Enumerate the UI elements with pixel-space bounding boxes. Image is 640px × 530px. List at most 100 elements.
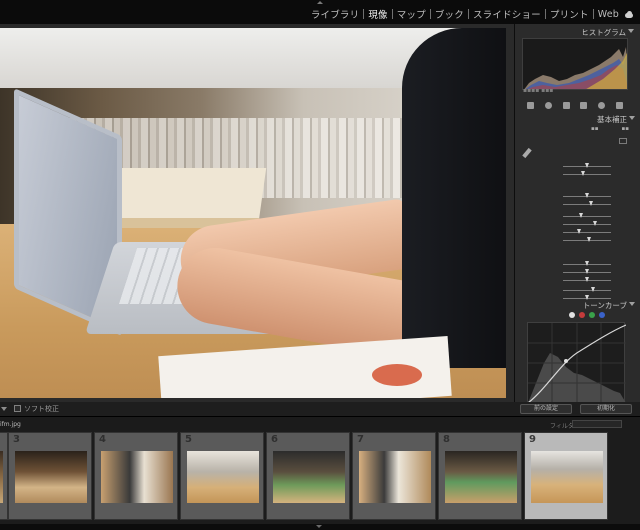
spot-removal-icon[interactable] <box>544 101 552 109</box>
histogram-collapse-icon[interactable] <box>628 28 634 34</box>
reset-button[interactable]: 初期化 <box>580 404 632 414</box>
slider-knob[interactable] <box>585 163 589 168</box>
slider-track[interactable] <box>563 204 611 205</box>
filmstrip-cell[interactable]: 7 <box>352 432 436 520</box>
filmstrip-cell[interactable]: 4 <box>94 432 178 520</box>
tint-slider-row[interactable] <box>521 170 629 179</box>
module-library[interactable]: ライブラリ <box>311 7 360 21</box>
filmstrip-source[interactable]: ifm.jpg <box>0 421 21 428</box>
adjustment-brush-icon[interactable] <box>615 101 623 109</box>
tone-curve-channel-selector <box>523 312 631 320</box>
filmstrip-thumbnail[interactable] <box>187 451 259 503</box>
filmstrip-thumbnail[interactable] <box>0 451 3 503</box>
module-separator <box>391 9 393 19</box>
filmstrip-cell[interactable]: 3 <box>8 432 92 520</box>
blacks-slider-row[interactable] <box>521 236 629 245</box>
filmstrip-cell[interactable]: 8 <box>438 432 522 520</box>
green-channel-icon[interactable] <box>589 312 595 318</box>
slider-track[interactable] <box>563 290 611 291</box>
graduated-filter-icon[interactable] <box>580 101 588 109</box>
collapse-top-panel-icon[interactable] <box>316 1 324 5</box>
module-web[interactable]: Web <box>598 9 619 20</box>
module-separator <box>467 9 469 19</box>
histogram-title[interactable]: ヒストグラム <box>581 27 626 38</box>
slider-knob[interactable] <box>577 229 581 234</box>
tone-curve-header[interactable]: トーンカーブ <box>515 298 640 311</box>
filmstrip-header: ifm.jpg フィルター <box>0 416 640 430</box>
slider-knob[interactable] <box>589 201 593 206</box>
main-photo[interactable] <box>0 28 506 398</box>
module-picker: ライブラリ 現像 マップ ブック スライドショー プリント Web <box>311 7 634 21</box>
treatment-bw-option[interactable]: ▪▪ <box>622 126 629 132</box>
photo-person <box>402 28 506 368</box>
filmstrip-thumbnail[interactable] <box>15 451 87 503</box>
tone-curve-title[interactable]: トーンカーブ <box>583 300 627 311</box>
module-slideshow[interactable]: スライドショー <box>473 7 541 21</box>
slider-knob[interactable] <box>581 171 585 176</box>
treatment-color-option[interactable]: ▪▪ <box>591 126 598 132</box>
cloud-sync-icon[interactable] <box>624 10 634 18</box>
module-separator <box>429 9 431 19</box>
collapse-filmstrip-icon[interactable] <box>0 524 640 530</box>
crop-tool-icon[interactable] <box>527 101 535 109</box>
cell-number: 6 <box>271 434 278 445</box>
viewer-toolbar: ソフト校正 <box>0 402 514 416</box>
filmstrip-thumbnail[interactable] <box>531 451 603 503</box>
softproof-label: ソフト校正 <box>24 405 59 413</box>
slider-knob[interactable] <box>585 269 589 274</box>
module-separator <box>544 9 546 19</box>
filmstrip-thumbnail[interactable] <box>273 451 345 503</box>
histogram-info: ▪▪▪▪ ▪▪▪ <box>523 87 554 94</box>
filmstrip-thumbnail[interactable] <box>445 451 517 503</box>
image-viewer[interactable] <box>0 24 514 402</box>
softproof-checkbox[interactable] <box>14 405 21 412</box>
slider-knob[interactable] <box>591 287 595 292</box>
filmstrip[interactable]: 3 4 5 6 7 8 9 <box>0 430 640 524</box>
cell-number: 3 <box>13 434 20 445</box>
slider-knob[interactable] <box>585 277 589 282</box>
slider-knob[interactable] <box>579 213 583 218</box>
slider-track[interactable] <box>563 224 611 225</box>
red-channel-icon[interactable] <box>579 312 585 318</box>
tone-curve-graph[interactable] <box>527 322 627 404</box>
filmstrip-filter-dropdown[interactable] <box>572 420 622 428</box>
filmstrip-cell[interactable]: 6 <box>266 432 350 520</box>
slider-track[interactable] <box>563 216 611 217</box>
cell-number: 5 <box>185 434 192 445</box>
tone-curve-collapse-icon[interactable] <box>629 301 635 307</box>
slider-track[interactable] <box>563 174 611 175</box>
previous-settings-button[interactable]: 前の設定 <box>520 404 572 414</box>
module-map[interactable]: マップ <box>397 7 426 21</box>
dehaze-slider-row[interactable] <box>521 276 629 285</box>
basic-title[interactable]: 基本補正 <box>597 114 627 125</box>
red-eye-icon[interactable] <box>562 101 570 109</box>
white-balance-dropper-icon[interactable] <box>522 147 532 159</box>
module-picker-bar: ライブラリ 現像 マップ ブック スライドショー プリント Web <box>0 0 640 24</box>
filmstrip-cell[interactable]: 5 <box>180 432 264 520</box>
develop-tool-strip <box>522 98 628 112</box>
slider-track[interactable] <box>563 232 611 233</box>
profile-browser-icon[interactable] <box>619 138 627 144</box>
slider-knob[interactable] <box>585 193 589 198</box>
rgb-channel-icon[interactable] <box>569 312 575 318</box>
toolbar-menu-icon[interactable] <box>0 405 8 413</box>
develop-right-panel: ヒストグラム ▪▪▪▪ ▪▪▪ 基本補正 ▪▪ ▪▪ トーンカーブ <box>514 24 640 416</box>
module-book[interactable]: ブック <box>435 7 464 21</box>
cell-number: 7 <box>357 434 364 445</box>
module-develop[interactable]: 現像 <box>368 7 387 21</box>
cell-number: 9 <box>529 434 536 445</box>
slider-knob[interactable] <box>585 261 589 266</box>
filmstrip-thumbnail[interactable] <box>101 451 173 503</box>
filmstrip-thumbnail[interactable] <box>359 451 431 503</box>
basic-collapse-icon[interactable] <box>629 115 635 121</box>
slider-knob[interactable] <box>593 221 597 226</box>
filmstrip-cell[interactable] <box>0 432 8 520</box>
module-print[interactable]: プリント <box>550 7 589 21</box>
filmstrip-cell-selected[interactable]: 9 <box>524 432 608 520</box>
slider-knob[interactable] <box>587 237 591 242</box>
tone-curve-svg[interactable] <box>527 323 627 404</box>
module-separator <box>592 9 594 19</box>
radial-filter-icon[interactable] <box>597 101 605 109</box>
blue-channel-icon[interactable] <box>599 312 605 318</box>
contrast-slider-row[interactable] <box>521 200 629 209</box>
